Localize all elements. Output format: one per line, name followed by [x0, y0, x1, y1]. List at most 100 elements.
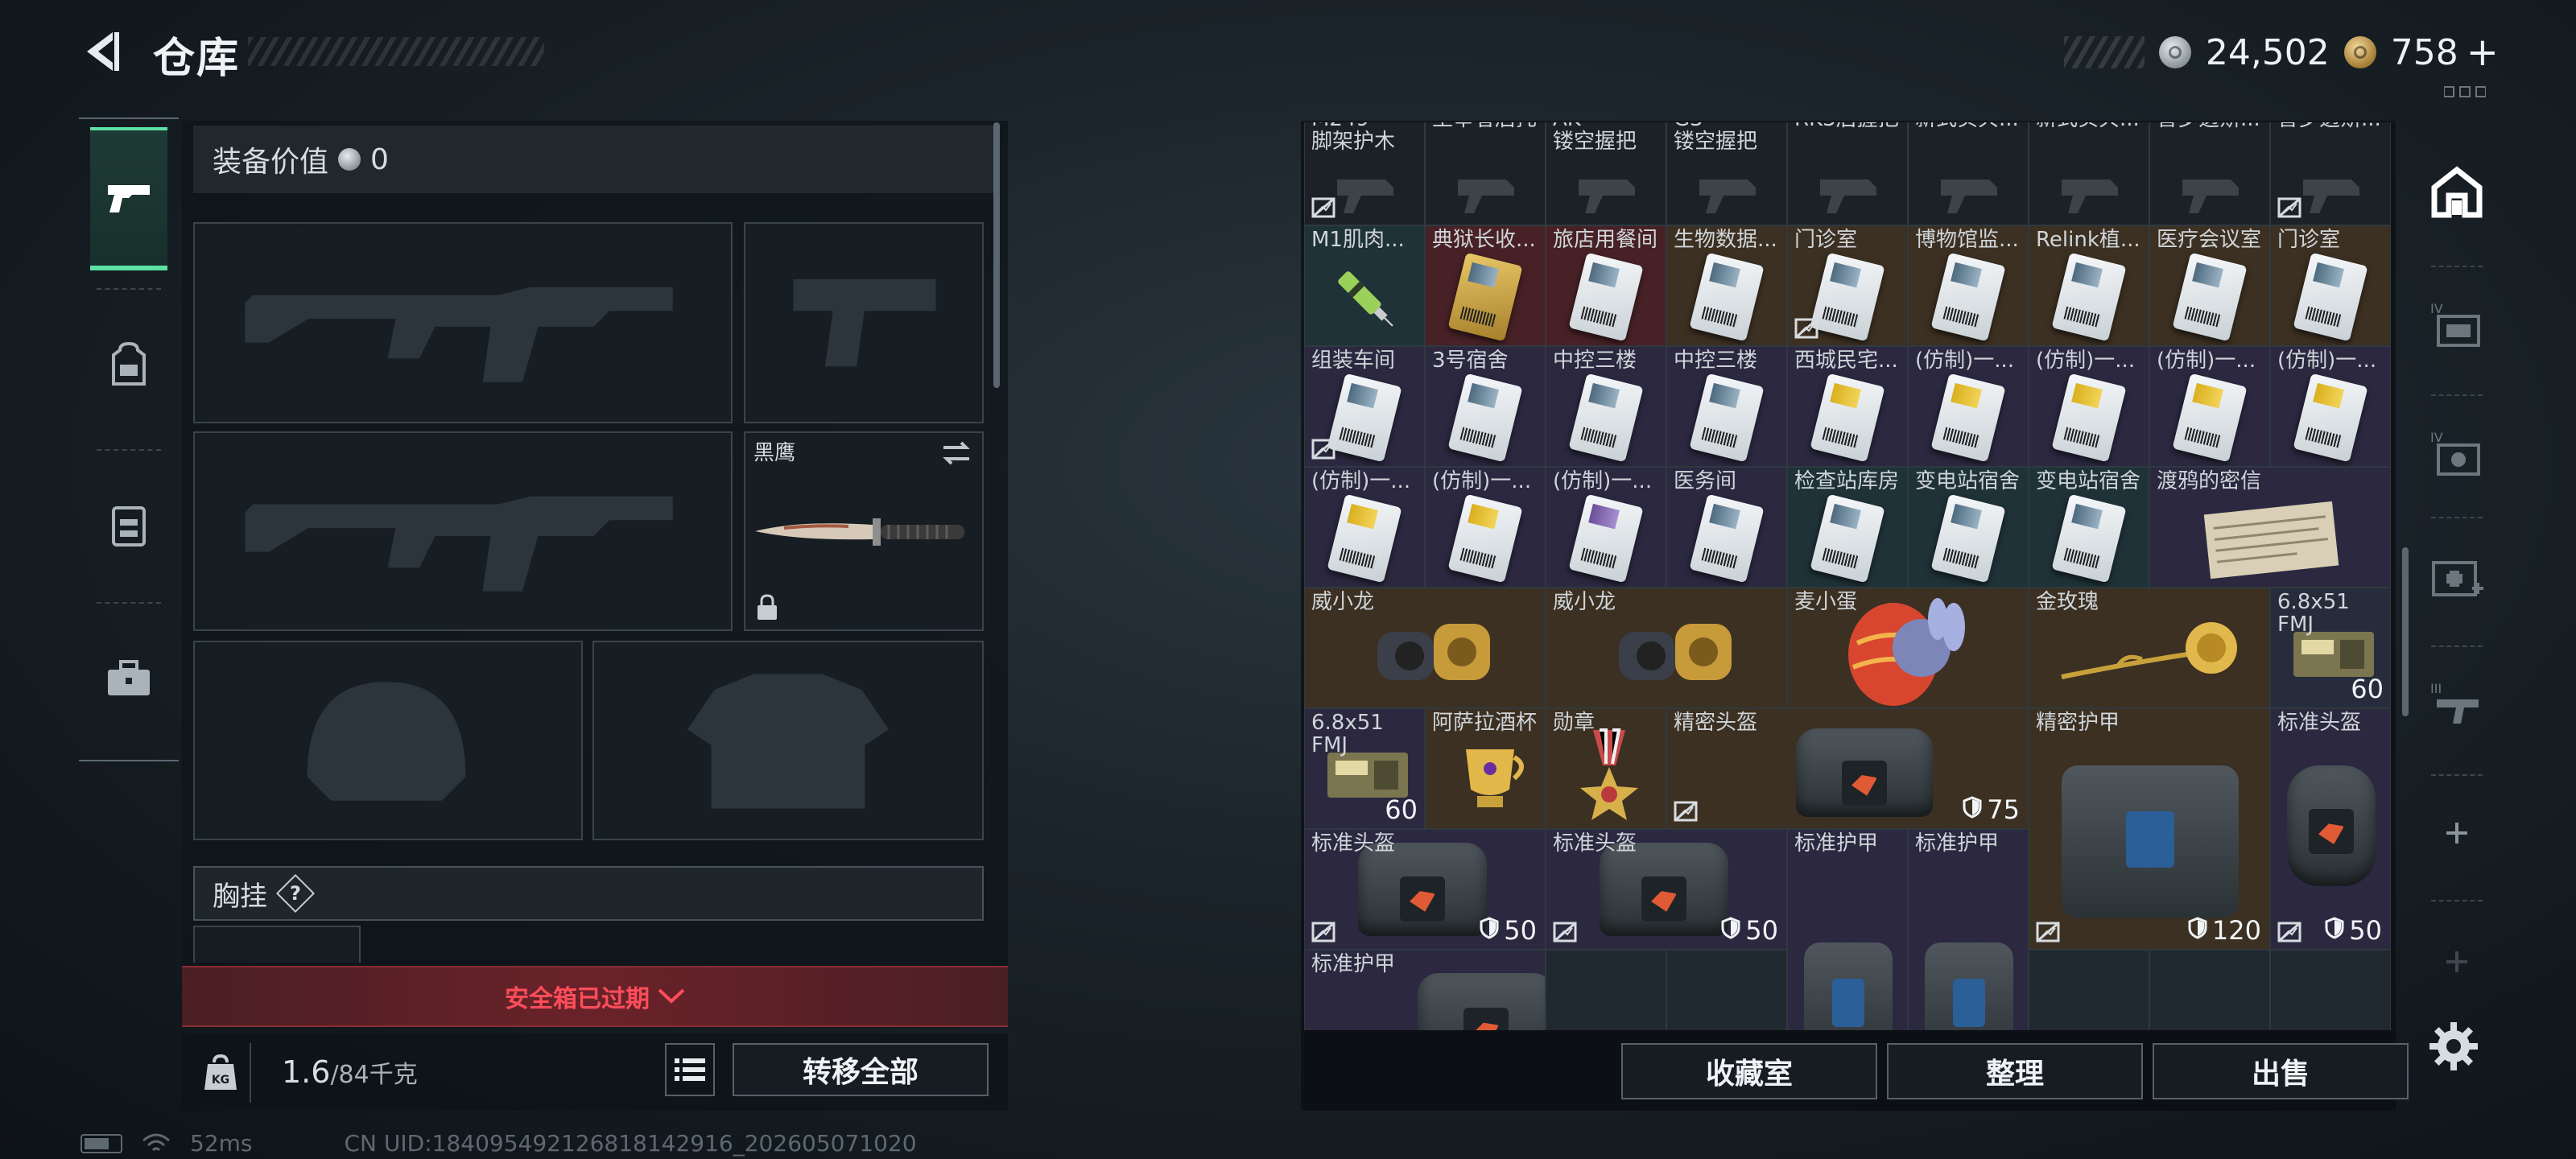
inventory-item[interactable]: 威小龙	[1546, 588, 1787, 708]
inventory-item[interactable]: 标准头盔 50	[2270, 708, 2391, 950]
helmet-slot[interactable]	[193, 641, 583, 840]
inventory-item[interactable]: 标准护甲	[1787, 829, 1908, 1030]
primary-weapon-slot[interactable]	[193, 222, 733, 423]
collection-room-button[interactable]: 收藏室	[1621, 1043, 1877, 1099]
inventory-item[interactable]: 典狱长收...	[1425, 225, 1546, 346]
inventory-item[interactable]: 新式实兵...	[2029, 122, 2149, 225]
equipment-value: 0	[370, 142, 389, 176]
inventory-item[interactable]: 6.8x51 FMJ 60	[1304, 708, 1425, 829]
inventory-item[interactable]: 变电站宿舍	[2029, 467, 2149, 588]
inventory-item[interactable]: (仿制)一...	[1304, 467, 1425, 588]
empty-slot[interactable]	[1546, 950, 1666, 1030]
inventory-item[interactable]: 新式实兵...	[1908, 122, 2029, 225]
inventory-item[interactable]: 变电站宿舍	[1908, 467, 2029, 588]
tab-storage-page-iii[interactable]: III	[2409, 652, 2505, 757]
inventory-item[interactable]: M1肌肉...	[1304, 225, 1425, 346]
inventory-item[interactable]: 标准护甲	[1304, 950, 1546, 1030]
inventory-item[interactable]: (仿制)一...	[2270, 346, 2391, 467]
battery-icon	[80, 1133, 122, 1153]
inventory-item[interactable]: 门诊室	[2270, 225, 2391, 346]
equipment-scrollbar[interactable]	[993, 122, 1000, 388]
inventory-item[interactable]: RK3后握把	[1787, 122, 1908, 225]
inventory-item[interactable]: 阿萨拉酒杯	[1425, 708, 1546, 829]
inventory-item[interactable]: 门诊室	[1787, 225, 1908, 346]
inventory-item[interactable]: 医务间	[1666, 467, 1787, 588]
tab-storage-page-iv-b[interactable]: IV	[2409, 401, 2505, 505]
inventory-item[interactable]: (仿制)一...	[1546, 467, 1666, 588]
inventory-item[interactable]: 威小龙	[1304, 588, 1546, 708]
empty-slot[interactable]	[2029, 950, 2149, 1030]
inventory-item[interactable]: 检查站库房	[1787, 467, 1908, 588]
inventory-item[interactable]: 麦小蛋	[1787, 588, 2029, 708]
add-storage-page-button[interactable]	[2409, 781, 2505, 885]
inventory-item[interactable]: 旅店用餐间	[1546, 225, 1666, 346]
help-icon[interactable]: ?	[275, 873, 316, 914]
inventory-item[interactable]: Relink植...	[2029, 225, 2149, 346]
inventory-item[interactable]: 中控三楼	[1546, 346, 1666, 467]
empty-slot[interactable]	[1666, 950, 1787, 1030]
transfer-all-button[interactable]: 转移全部	[733, 1043, 989, 1096]
inventory-item[interactable]: 医疗会议室	[2149, 225, 2270, 346]
item-name: 标准头盔	[2277, 711, 2362, 735]
inventory-item[interactable]: 标准头盔 50	[1304, 829, 1546, 950]
backpack-icon	[112, 342, 146, 386]
inventory-item[interactable]: G3镂空握把	[1666, 122, 1787, 225]
settings-button[interactable]	[2428, 1021, 2479, 1072]
inventory-item[interactable]: 组装车间	[1304, 346, 1425, 467]
sort-button[interactable]: 整理	[1887, 1043, 2143, 1099]
inventory-item[interactable]: AK镂空握把	[1546, 122, 1666, 225]
tab-storage-page-medical[interactable]	[2409, 523, 2505, 628]
inventory-item[interactable]: 标准护甲	[1908, 829, 2029, 1030]
item-name: 变电站宿舍	[2036, 469, 2141, 493]
inventory-item[interactable]: 生物数据...	[1666, 225, 1787, 346]
inventory-item[interactable]: 3号宿舍	[1425, 346, 1546, 467]
inventory-item[interactable]: 6.8x51 FMJ 60	[2270, 588, 2391, 708]
empty-slot[interactable]	[2149, 950, 2270, 1030]
chevron-down-icon	[658, 988, 685, 1004]
inventory-item[interactable]: 标准头盔 50	[1546, 829, 1787, 950]
gold-coin-icon	[2343, 36, 2376, 68]
inventory-item[interactable]: 博物馆监...	[1908, 225, 2029, 346]
tab-backpack[interactable]	[90, 293, 167, 436]
item-name: 金玫瑰	[2036, 590, 2099, 614]
tab-storage-home[interactable]	[2409, 140, 2505, 245]
item-name: 变电站宿舍	[1915, 469, 2021, 493]
inventory-item[interactable]: 普罗透斯...	[2149, 122, 2270, 225]
add-storage-page-button-disabled[interactable]	[2409, 909, 2505, 1014]
inventory-item[interactable]: 精密护甲 120	[2029, 708, 2270, 950]
empty-slot[interactable]	[2270, 950, 2391, 1030]
inventory-scrollbar[interactable]	[2402, 547, 2409, 716]
tab-safebox[interactable]	[90, 607, 167, 750]
inventory-item[interactable]: M249脚架护木	[1304, 122, 1425, 225]
sell-button[interactable]: 出售	[2153, 1043, 2409, 1099]
plus-icon	[2446, 951, 2467, 972]
list-view-button[interactable]	[665, 1043, 715, 1096]
armor-slot[interactable]	[592, 641, 984, 840]
pistol-slot[interactable]	[744, 222, 984, 423]
inventory-item[interactable]: 王宰者后托	[1425, 122, 1546, 225]
inventory-item[interactable]: 西城民宅...	[1787, 346, 1908, 467]
inventory-item[interactable]: 勋章	[1546, 708, 1666, 829]
secondary-weapon-slot[interactable]	[193, 431, 733, 631]
melee-slot[interactable]: 黑鹰	[744, 431, 984, 631]
item-name: 医疗会议室	[2157, 228, 2262, 252]
inventory-item[interactable]: 中控三楼	[1666, 346, 1787, 467]
chest-rig-slot[interactable]	[193, 926, 361, 963]
tab-storage-page-iv-a[interactable]: IV	[2409, 272, 2505, 377]
list-icon	[675, 1058, 705, 1081]
silver-coin-icon	[2158, 36, 2191, 68]
inventory-item[interactable]: 精密头盔 75	[1666, 708, 2029, 829]
safebox-expired-banner[interactable]: 安全箱已过期	[182, 966, 1008, 1027]
inventory-item[interactable]: 渡鸦的密信	[2149, 467, 2391, 588]
inventory-item[interactable]: (仿制)一...	[2029, 346, 2149, 467]
inventory-item[interactable]: (仿制)一...	[1425, 467, 1546, 588]
tab-weapons[interactable]	[90, 127, 167, 270]
tab-chest-rig[interactable]	[90, 454, 167, 597]
swap-icon[interactable]	[940, 439, 972, 467]
add-currency-button[interactable]: +	[2467, 30, 2499, 75]
inventory-item[interactable]: (仿制)一...	[2149, 346, 2270, 467]
inventory-item[interactable]: 金玫瑰	[2029, 588, 2270, 708]
back-button[interactable]	[77, 26, 129, 77]
inventory-item[interactable]: 普罗透斯...	[2270, 122, 2391, 225]
inventory-item[interactable]: (仿制)一...	[1908, 346, 2029, 467]
